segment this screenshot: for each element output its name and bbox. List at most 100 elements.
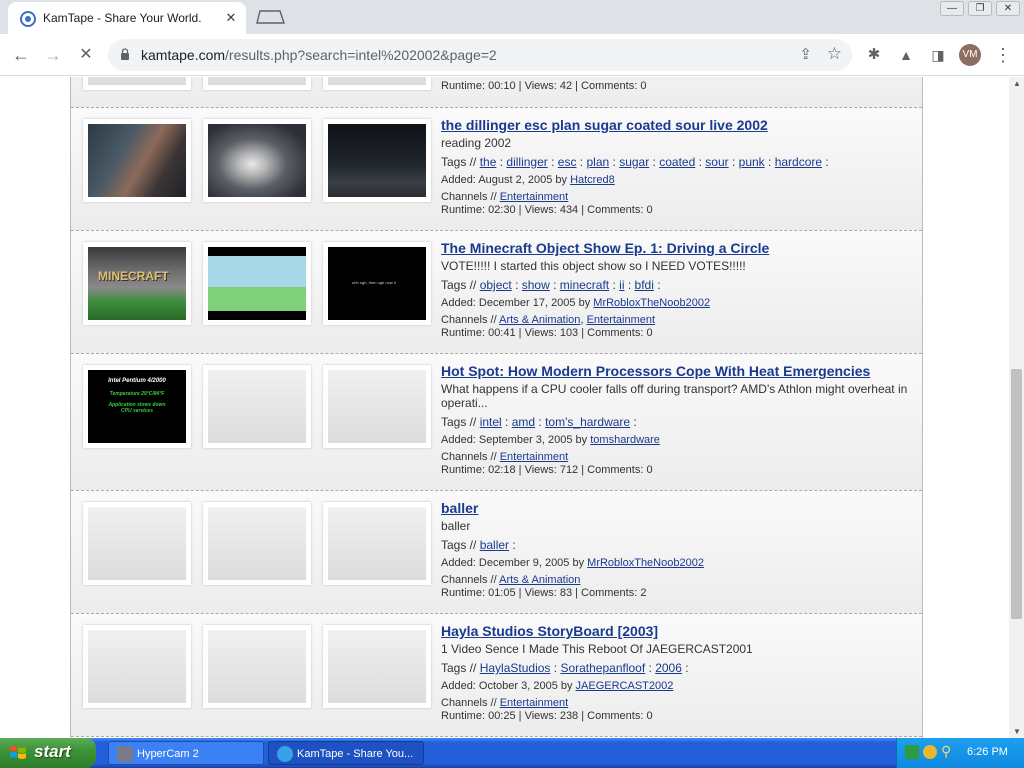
video-title-link[interactable]: Hot Spot: How Modern Processors Cope Wit… bbox=[441, 363, 911, 379]
result-row: baller baller Tags // baller : Added: De… bbox=[71, 491, 922, 614]
tag-link[interactable]: coated bbox=[659, 155, 695, 169]
author-link[interactable]: tomshardware bbox=[590, 434, 660, 446]
tag-link[interactable]: bfdi bbox=[635, 278, 654, 292]
video-thumbnail[interactable] bbox=[323, 77, 431, 90]
video-thumbnail[interactable] bbox=[83, 119, 191, 202]
scroll-down-icon[interactable]: ▼ bbox=[1013, 727, 1021, 736]
tag-link[interactable]: the bbox=[480, 155, 497, 169]
result-row: Hayla Studios StoryBoard [2003] 1 Video … bbox=[71, 614, 922, 737]
network-icon[interactable] bbox=[905, 745, 919, 759]
video-thumbnail[interactable]: Intel Pentium 4/2000 Temperature 29°C/84… bbox=[83, 365, 191, 448]
video-thumbnail[interactable] bbox=[203, 119, 311, 202]
video-thumbnail[interactable] bbox=[323, 625, 431, 708]
result-info: baller baller Tags // baller : Added: De… bbox=[441, 500, 911, 599]
author-link[interactable]: JAEGERCAST2002 bbox=[576, 680, 674, 692]
video-thumbnail[interactable] bbox=[323, 502, 431, 585]
video-thumbnail[interactable] bbox=[203, 242, 311, 325]
video-title-link[interactable]: The Minecraft Object Show Ep. 1: Driving… bbox=[441, 240, 911, 256]
video-thumbnail[interactable] bbox=[323, 119, 431, 202]
video-thumbnail[interactable] bbox=[203, 365, 311, 448]
result-row: the dillinger esc plan sugar coated sour… bbox=[71, 108, 922, 231]
scroll-up-icon[interactable]: ▲ bbox=[1013, 79, 1021, 88]
stop-loading-icon[interactable]: ✕ bbox=[73, 42, 99, 68]
browser-icon bbox=[277, 746, 293, 762]
video-thumbnail[interactable] bbox=[83, 502, 191, 585]
tag-link[interactable]: show bbox=[522, 278, 550, 292]
author-link[interactable]: Hatcred8 bbox=[570, 174, 615, 186]
video-thumbnail[interactable] bbox=[203, 77, 311, 90]
tag-link[interactable]: dillinger bbox=[506, 155, 547, 169]
channel-link[interactable]: Arts & Animation bbox=[499, 314, 580, 326]
tab-close-icon[interactable]: ✕ bbox=[222, 9, 240, 27]
new-tab-icon[interactable] bbox=[256, 10, 286, 24]
back-arrow-icon[interactable]: ← bbox=[8, 42, 34, 68]
tray-app-icon[interactable] bbox=[923, 745, 937, 759]
video-thumbnail[interactable] bbox=[203, 502, 311, 585]
channel-link[interactable]: Entertainment bbox=[587, 314, 655, 326]
more-menu-icon[interactable]: ⋮ bbox=[990, 42, 1016, 68]
restore-icon[interactable]: ❐ bbox=[968, 1, 992, 16]
tag-link[interactable]: Sorathepanfloof bbox=[560, 661, 645, 675]
tag-link[interactable]: sour bbox=[705, 155, 728, 169]
extensions-puzzle-icon[interactable]: ✱ bbox=[861, 42, 887, 68]
taskbar-item-hypercam[interactable]: HyperCam 2 bbox=[108, 741, 264, 765]
tag-link[interactable]: intel bbox=[480, 415, 502, 429]
author-link[interactable]: MrRobloxTheNoob2002 bbox=[593, 297, 710, 309]
address-bar[interactable]: kamtape.com/results.php?search=intel%202… bbox=[108, 39, 852, 71]
tag-link[interactable]: object bbox=[480, 278, 512, 292]
video-title-link[interactable]: Hayla Studios StoryBoard [2003] bbox=[441, 623, 911, 639]
video-stats: Runtime: 00:41 | Views: 103 | Comments: … bbox=[441, 327, 653, 339]
page-scrollbar[interactable]: ▲ ▼ bbox=[1009, 77, 1024, 738]
author-link[interactable]: MrRobloxTheNoob2002 bbox=[587, 557, 704, 569]
minimize-icon[interactable]: — bbox=[940, 1, 964, 16]
tag-link[interactable]: esc bbox=[558, 155, 577, 169]
tag-link[interactable]: HaylaStudios bbox=[480, 661, 551, 675]
side-panel-icon[interactable]: ◨ bbox=[925, 42, 951, 68]
close-window-icon[interactable]: ✕ bbox=[996, 1, 1020, 16]
video-thumbnail[interactable]: uhh ugh, then ugh now it bbox=[323, 242, 431, 325]
tag-link[interactable]: minecraft bbox=[560, 278, 609, 292]
results-list: Runtime: 00:10 | Views: 42 | Comments: 0… bbox=[70, 77, 923, 738]
video-added-info: Added: October 3, 2005 by JAEGERCAST2002 bbox=[441, 680, 674, 692]
video-thumbnail[interactable] bbox=[83, 77, 191, 90]
tag-link[interactable]: 2006 bbox=[655, 661, 682, 675]
lock-icon bbox=[121, 48, 129, 60]
result-info: Hayla Studios StoryBoard [2003] 1 Video … bbox=[441, 623, 911, 722]
browser-toolbar: ← → ✕ kamtape.com/results.php?search=int… bbox=[0, 34, 1024, 76]
thumbnail-caption: uhh ugh, then ugh now it bbox=[352, 280, 396, 285]
taskbar: start HyperCam 2 KamTape - Share You... … bbox=[0, 738, 1024, 768]
tag-link[interactable]: amd bbox=[512, 415, 535, 429]
search-icon[interactable]: ⚲ bbox=[941, 743, 951, 760]
tag-link[interactable]: tom's_hardware bbox=[545, 415, 630, 429]
channel-link[interactable]: Entertainment bbox=[500, 451, 568, 463]
channel-link[interactable]: Entertainment bbox=[500, 697, 568, 709]
video-thumbnail[interactable] bbox=[323, 365, 431, 448]
channel-link[interactable]: Arts & Animation bbox=[499, 574, 580, 586]
scrollbar-thumb[interactable] bbox=[1011, 369, 1022, 619]
tag-link[interactable]: baller bbox=[480, 538, 509, 552]
share-icon[interactable]: ⇪ bbox=[799, 45, 812, 63]
lab-flask-icon[interactable]: ▲ bbox=[893, 42, 919, 68]
taskbar-item-browser[interactable]: KamTape - Share You... bbox=[268, 741, 424, 765]
result-row: Intel Pentium 4/2000 Temperature 29°C/84… bbox=[71, 354, 922, 491]
video-description: reading 2002 bbox=[441, 136, 512, 150]
video-thumbnail[interactable] bbox=[203, 625, 311, 708]
forward-arrow-icon[interactable]: → bbox=[40, 42, 66, 68]
tag-link[interactable]: punk bbox=[739, 155, 765, 169]
tag-link[interactable]: sugar bbox=[619, 155, 649, 169]
video-thumbnail[interactable]: MINECRAFT bbox=[83, 242, 191, 325]
start-button[interactable]: start bbox=[0, 738, 96, 768]
browser-tab[interactable]: KamTape - Share Your World. ✕ bbox=[8, 2, 246, 34]
video-title-link[interactable]: baller bbox=[441, 500, 911, 516]
video-channels: Channels // Entertainment bbox=[441, 191, 569, 203]
result-info: Hot Spot: How Modern Processors Cope Wit… bbox=[441, 363, 911, 476]
tag-link[interactable]: plan bbox=[586, 155, 609, 169]
video-title-link[interactable]: the dillinger esc plan sugar coated sour… bbox=[441, 117, 911, 133]
video-thumbnail[interactable] bbox=[83, 625, 191, 708]
profile-avatar[interactable]: VM bbox=[959, 44, 981, 66]
video-added-info: Added: December 17, 2005 by MrRobloxTheN… bbox=[441, 297, 711, 309]
bookmark-star-icon[interactable]: ☆ bbox=[827, 44, 842, 64]
video-channels: Channels // Arts & Animation, Entertainm… bbox=[441, 314, 656, 326]
tag-link[interactable]: hardcore bbox=[775, 155, 822, 169]
channel-link[interactable]: Entertainment bbox=[500, 191, 568, 203]
